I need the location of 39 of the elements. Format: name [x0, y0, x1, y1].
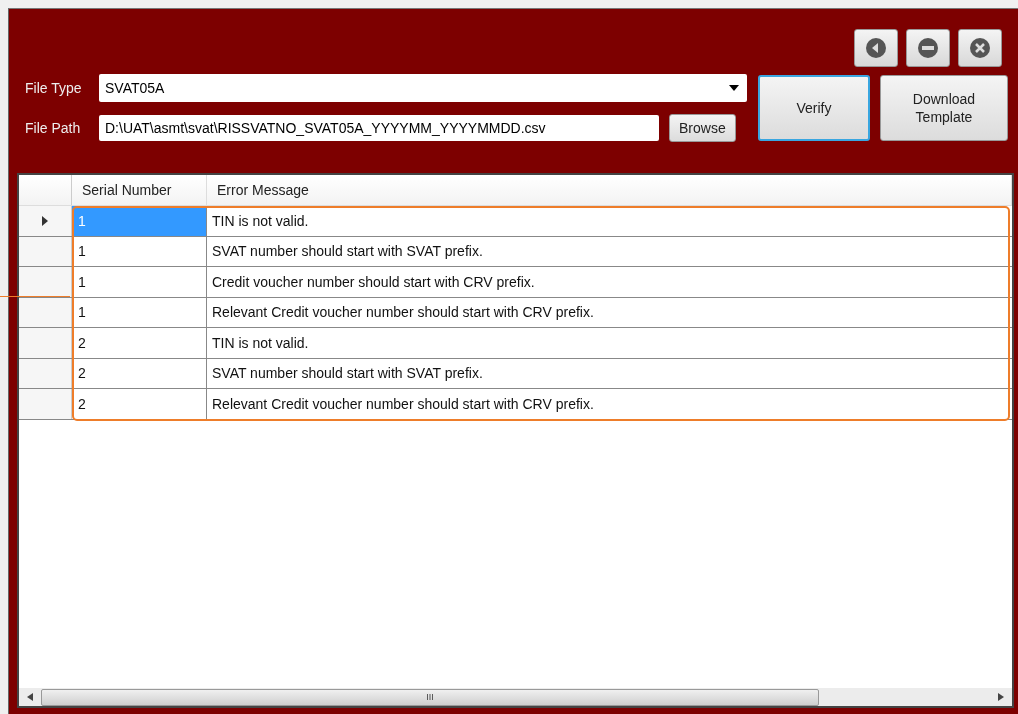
table-cell[interactable]: Relevant Credit voucher number should start with CRV prefix. — [207, 389, 1012, 419]
row-header[interactable] — [19, 206, 72, 236]
table-cell[interactable]: SVAT number should start with SVAT prefix. — [207, 236, 1012, 266]
table-cell[interactable]: Credit voucher number should start with CRV prefix. — [207, 267, 1012, 297]
row-header[interactable] — [19, 236, 72, 266]
leader-line — [0, 296, 70, 297]
table-cell[interactable]: 1 — [72, 267, 207, 297]
row-header[interactable] — [19, 358, 72, 388]
table-cell[interactable]: TIN is not valid. — [207, 206, 1012, 236]
row-header[interactable] — [19, 267, 72, 297]
scroll-right-icon[interactable] — [998, 693, 1004, 701]
field-label: File Type — [24, 80, 83, 96]
table-cell[interactable]: TIN is not valid. — [207, 328, 1012, 358]
column-header[interactable]: Serial Number — [72, 175, 207, 205]
minus-icon — [917, 37, 939, 59]
table-cell[interactable]: 2 — [72, 328, 207, 358]
table-cell[interactable]: 2 — [72, 358, 207, 388]
row-header[interactable] — [19, 297, 72, 327]
table-cell[interactable]: SVAT number should start with SVAT prefix. — [207, 358, 1012, 388]
column-header[interactable]: Error Message — [207, 175, 1012, 205]
file-type-dropdown[interactable]: SVAT05A — [99, 74, 747, 102]
scroll-left-icon[interactable] — [27, 693, 33, 701]
field-label: File Path — [24, 120, 82, 136]
verify-button[interactable]: Verify — [758, 75, 870, 141]
table-cell[interactable]: 2 — [72, 389, 207, 419]
close-button[interactable] — [958, 29, 1002, 67]
browse-button[interactable]: Browse — [669, 114, 736, 142]
caret-icon — [729, 85, 739, 91]
download-template-button[interactable]: Download Template — [880, 75, 1008, 141]
row-pointer-icon — [42, 215, 48, 226]
table-cell[interactable]: 1 — [72, 236, 207, 266]
file-path-field[interactable]: D:\UAT\asmt\svat\RISSVATNO_SVAT05A_YYYYMM_YYYYMMDD.csv — [99, 115, 659, 141]
horizontal-scrollbar[interactable]: III — [19, 688, 1012, 706]
table-cell[interactable]: Relevant Credit voucher number should start with CRV prefix. — [207, 297, 1012, 327]
minimize-button[interactable] — [906, 29, 950, 67]
scrollbar-thumb[interactable]: III — [41, 688, 819, 706]
close-icon — [969, 37, 991, 59]
table-cell[interactable]: 1 — [72, 297, 207, 327]
back-button[interactable] — [854, 29, 898, 67]
